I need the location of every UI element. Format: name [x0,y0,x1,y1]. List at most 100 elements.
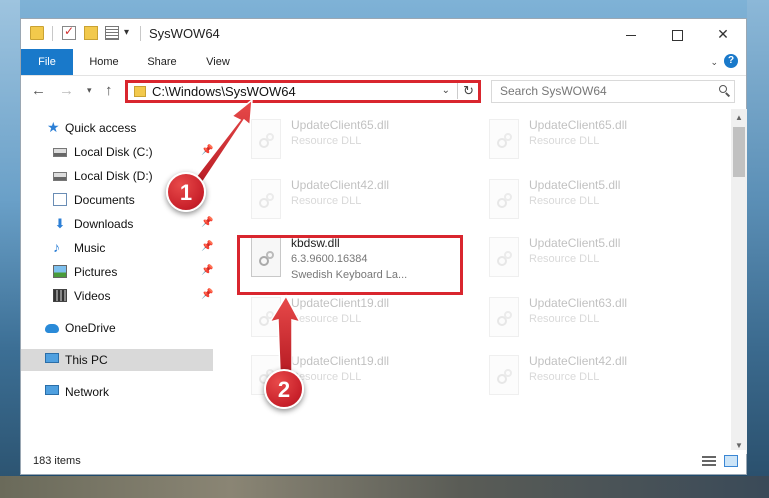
file-item[interactable]: UpdateClient65.dll Resource DLL [245,115,467,171]
new-folder-icon[interactable] [84,26,98,40]
file-item[interactable]: UpdateClient42.dll Resource DLL [245,175,467,231]
window-title: SysWOW64 [149,26,220,41]
dll-file-icon [251,297,281,337]
pin-icon[interactable]: 📌 [201,217,213,228]
drive-icon [53,148,67,157]
pin-icon[interactable]: 📌 [201,265,213,276]
pin-icon[interactable]: 📌 [201,241,213,252]
sidebar-item-label: Pictures [74,265,118,279]
scroll-thumb[interactable] [733,127,745,177]
address-path[interactable]: C:\Windows\SysWOW64 [152,84,296,99]
sidebar-item-label: Local Disk (D:) [74,169,153,183]
sidebar-item-label: Videos [74,289,111,303]
file-name: UpdateClient42.dll [291,178,390,192]
tab-file[interactable]: File [21,49,73,75]
search-icon [719,85,727,93]
back-arrow-icon[interactable]: ← [31,82,46,99]
file-type: Resource DLL [291,195,362,207]
music-icon: ♪ [53,239,60,255]
rename-icon[interactable] [105,26,119,40]
dll-file-icon [489,237,519,277]
sidebar-item-music[interactable]: ♪ Music 📌 [21,237,213,259]
tab-share[interactable]: Share [137,49,187,75]
dll-file-icon [489,119,519,159]
sidebar-item-label: OneDrive [65,321,116,335]
tab-home[interactable]: Home [79,49,129,75]
sidebar-item-this-pc[interactable]: This PC [21,349,213,371]
network-icon [45,385,59,395]
dll-file-icon [251,179,281,219]
status-bar: 183 items [21,450,746,474]
file-name: UpdateClient5.dll [529,178,621,192]
sidebar-item-label: Downloads [74,217,134,231]
title-bar: ▾ SysWOW64 ✕ [21,19,746,49]
search-input[interactable]: Search SysWOW64 [500,84,607,98]
file-item[interactable]: UpdateClient5.dll Resource DLL [483,233,705,289]
recent-locations-icon[interactable]: ▾ [87,85,92,96]
dll-file-icon [489,297,519,337]
desktop-background-right [747,0,769,498]
sidebar-item-label: Music [74,241,106,255]
forward-arrow-icon[interactable]: → [59,82,74,99]
desktop-background-left [0,0,20,498]
folder-icon [30,26,44,40]
toolbar-divider [52,26,53,41]
folder-icon [134,86,146,97]
navigation-bar: ← → ▾ ↑ C:\Windows\SysWOW64 ⌄ ↻ Search S… [21,76,746,106]
close-button[interactable]: ✕ [700,19,746,49]
file-name: UpdateClient19.dll [291,296,390,310]
pin-icon[interactable]: 📌 [201,145,213,156]
file-name: UpdateClient63.dll [529,296,628,310]
dll-file-icon [489,179,519,219]
up-arrow-icon[interactable]: ↑ [105,82,113,99]
navigation-pane: ★ Quick access Local Disk (C:) 📌 Local D… [21,109,213,439]
file-type: Resource DLL [529,253,600,265]
file-item[interactable]: UpdateClient63.dll Resource DLL [483,293,705,349]
file-item[interactable]: UpdateClient65.dll Resource DLL [483,115,705,171]
customize-quick-access-icon[interactable]: ▾ [124,27,129,38]
toolbar-divider [140,26,141,41]
sidebar-item-label: Documents [74,193,135,207]
file-type: Resource DLL [291,313,362,325]
file-highlight-box [237,235,463,295]
sidebar-item-network[interactable]: Network [21,381,213,403]
minimize-button[interactable] [608,19,654,49]
file-name: UpdateClient42.dll [529,354,628,368]
sidebar-item-onedrive[interactable]: OneDrive [21,317,213,339]
sidebar-item-videos[interactable]: Videos 📌 [21,285,213,307]
sidebar-item-pictures[interactable]: Pictures 📌 [21,261,213,283]
expand-ribbon-icon[interactable]: ⌄ [710,57,718,68]
vertical-scrollbar[interactable]: ▲ ▼ [731,109,747,454]
address-bar[interactable]: C:\Windows\SysWOW64 ⌄ ↻ [125,80,481,103]
cloud-icon [45,324,59,333]
refresh-icon[interactable]: ↻ [457,83,474,99]
sidebar-item-downloads[interactable]: ⬇ Downloads 📌 [21,213,214,235]
address-dropdown-icon[interactable]: ⌄ [442,85,450,96]
maximize-button[interactable] [654,19,700,49]
star-icon: ★ [47,119,60,135]
file-type: Resource DLL [529,135,600,147]
dll-file-icon [251,119,281,159]
file-name: UpdateClient5.dll [529,236,621,250]
desktop-background-bottom [0,476,769,498]
details-view-icon[interactable] [702,456,716,467]
file-item[interactable]: UpdateClient19.dll Resource DLL [245,293,467,349]
file-item[interactable]: UpdateClient5.dll Resource DLL [483,175,705,231]
file-item[interactable]: UpdateClient42.dll Resource DLL [483,351,705,407]
item-count: 183 items [33,455,81,467]
large-icons-view-icon[interactable] [724,455,738,467]
tab-view[interactable]: View [195,49,241,75]
sidebar-item-label: Local Disk (C:) [74,145,153,159]
help-icon[interactable]: ? [724,54,738,68]
sidebar-item-quick-access[interactable]: ★ Quick access [21,117,213,139]
search-box[interactable]: Search SysWOW64 [491,80,735,103]
maximize-icon [671,29,683,41]
sidebar-item-local-disk-c[interactable]: Local Disk (C:) 📌 [21,141,213,163]
properties-check-icon[interactable] [62,24,76,40]
scroll-down-icon[interactable]: ▼ [735,441,743,450]
sidebar-item-label: Network [65,385,110,399]
close-icon: ✕ [717,26,729,42]
scroll-up-icon[interactable]: ▲ [735,113,743,122]
computer-icon [45,353,59,363]
pin-icon[interactable]: 📌 [201,289,213,300]
